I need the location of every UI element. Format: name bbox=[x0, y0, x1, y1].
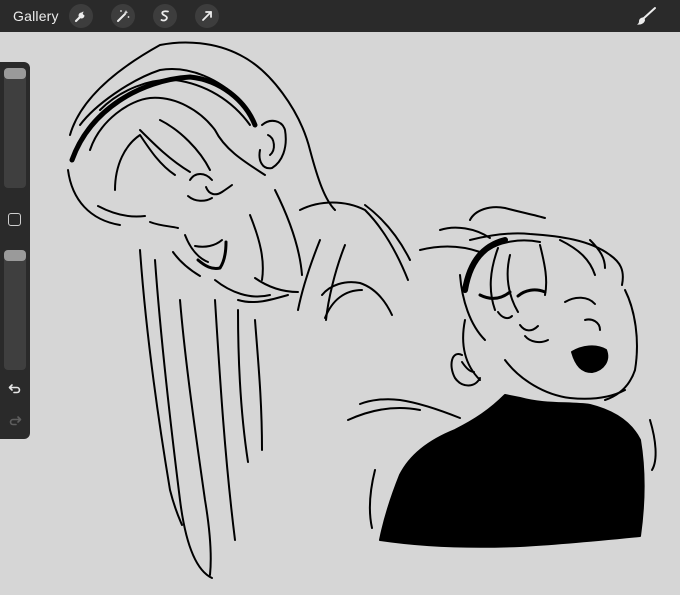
actions-button[interactable] bbox=[69, 4, 93, 28]
selection-s-icon bbox=[160, 10, 169, 22]
brush-button[interactable] bbox=[634, 5, 658, 27]
opacity-thumb[interactable] bbox=[4, 250, 26, 261]
arrow-cursor-icon bbox=[202, 11, 212, 21]
modify-button[interactable] bbox=[8, 213, 21, 226]
brush-size-slider[interactable] bbox=[4, 68, 26, 188]
redo-icon bbox=[9, 416, 22, 426]
magic-wand-icon bbox=[117, 10, 130, 22]
top-toolbar: Gallery bbox=[0, 0, 680, 32]
undo-button[interactable] bbox=[6, 380, 24, 398]
adjustments-button[interactable] bbox=[111, 4, 135, 28]
sketch-drawing bbox=[67, 41, 657, 579]
redo-button[interactable] bbox=[6, 412, 24, 430]
side-toolbar bbox=[0, 62, 30, 439]
undo-icon bbox=[8, 384, 21, 394]
wrench-icon bbox=[74, 11, 85, 23]
selection-button[interactable] bbox=[153, 4, 177, 28]
paintbrush-icon bbox=[637, 7, 656, 25]
drawing-canvas[interactable] bbox=[0, 32, 680, 590]
opacity-slider[interactable] bbox=[4, 250, 26, 370]
gallery-button[interactable]: Gallery bbox=[13, 8, 59, 24]
brush-size-thumb[interactable] bbox=[4, 68, 26, 79]
transform-button[interactable] bbox=[195, 4, 219, 28]
